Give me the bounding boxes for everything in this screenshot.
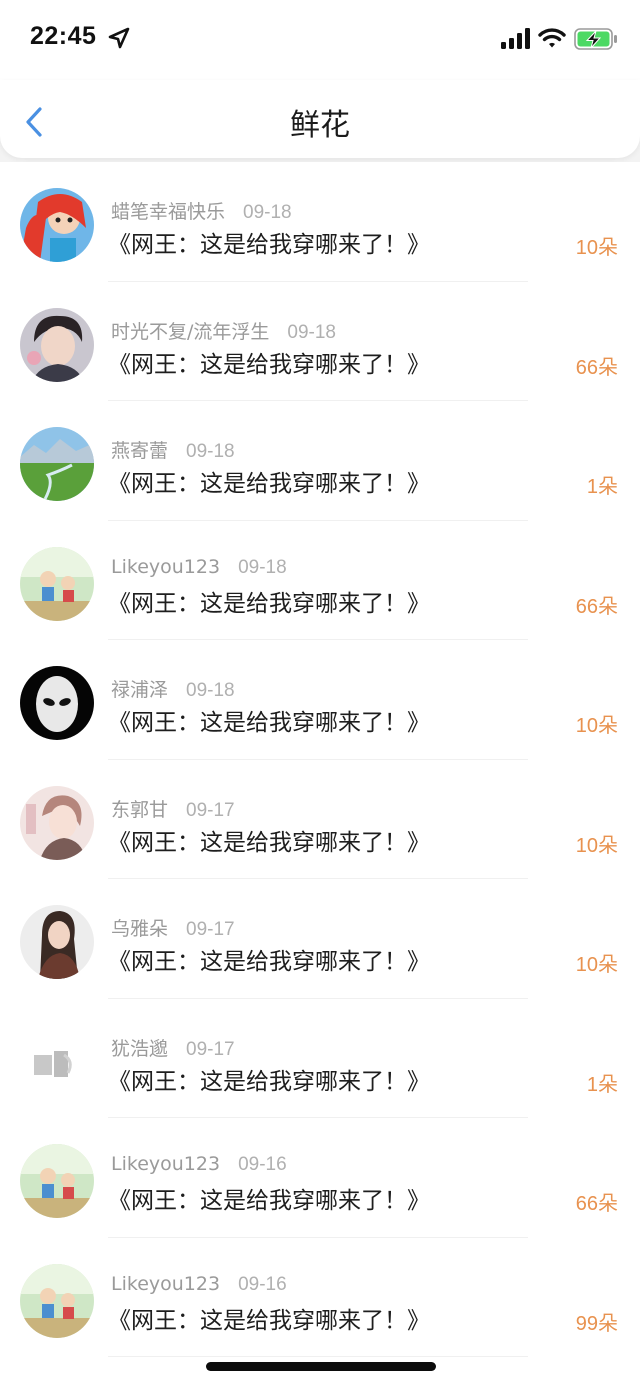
avatar-cartoon-children-image — [20, 1263, 94, 1338]
row-meta: 东郭甘 09-17 — [111, 795, 235, 822]
book-title: 《网王：这是给我穿哪来了！》 — [108, 1068, 430, 1095]
avatar[interactable] — [20, 1263, 94, 1338]
row-meta: 乌雅朵 09-17 — [111, 914, 235, 941]
gift-date: 09-18 — [238, 556, 287, 578]
flower-gift-list: 蜡笔幸福快乐 09-18 《网王：这是给我穿哪来了！》 10朵 时光不复/流年浮生… — [0, 162, 640, 1386]
flower-count: 99朵 — [575, 1312, 618, 1335]
list-item[interactable]: 东郭甘 09-17 《网王：这是给我穿哪来了！》 10朵 — [0, 760, 640, 879]
user-name: 蜡笔幸福快乐 — [111, 201, 226, 223]
list-item[interactable]: Likeyou123 09-18 《网王：这是给我穿哪来了！》 66朵 — [0, 521, 640, 640]
flower-count: 1朵 — [586, 1073, 618, 1096]
flower-count: 66朵 — [575, 595, 618, 618]
book-title: 《网王：这是给我穿哪来了！》 — [108, 949, 430, 975]
book-title: 《网王：这是给我穿哪来了！》 — [108, 351, 430, 378]
cellular-signal-icon — [501, 28, 530, 49]
page-title: 鲜花 — [290, 108, 350, 143]
gift-date: 09-18 — [186, 441, 235, 462]
avatar[interactable] — [20, 785, 94, 860]
avatar-abstract-grey-image — [20, 1024, 94, 1099]
list-item[interactable]: 乌雅朵 09-17 《网王：这是给我穿哪来了！》 10朵 — [0, 879, 640, 999]
gift-date: 09-18 — [287, 321, 337, 343]
gift-date: 09-17 — [186, 799, 235, 821]
book-title: 《网王：这是给我穿哪来了！》 — [108, 829, 430, 856]
avatar-portrait-woman-image — [20, 905, 94, 979]
avatar-white-mask-image — [20, 666, 94, 740]
wifi-icon — [538, 28, 566, 48]
user-name: 时光不复/流年浮生 — [111, 320, 270, 343]
location-arrow-icon — [108, 27, 130, 49]
flower-count: 10朵 — [575, 834, 618, 857]
flower-count: 1朵 — [586, 476, 618, 498]
avatar-cartoon-fairy-image — [20, 188, 94, 262]
book-title: 《网王：这是给我穿哪来了！》 — [108, 590, 430, 617]
book-title: 《网王：这是给我穿哪来了！》 — [108, 1307, 430, 1334]
gift-date: 09-18 — [243, 202, 292, 223]
row-meta: Likeyou123 09-16 — [111, 1153, 287, 1176]
avatar-cartoon-children-image — [20, 1144, 94, 1218]
row-meta: 犹浩邈 09-17 — [111, 1034, 235, 1061]
row-meta: Likeyou123 09-16 — [111, 1273, 287, 1296]
avatar-landscape-image — [20, 427, 94, 501]
book-title: 《网王：这是给我穿哪来了！》 — [108, 1188, 430, 1214]
gift-date: 09-16 — [238, 1273, 287, 1295]
home-indicator[interactable] — [206, 1362, 436, 1371]
gift-date: 09-18 — [186, 680, 235, 701]
book-title: 《网王：这是给我穿哪来了！》 — [108, 710, 430, 736]
user-name: Likeyou123 — [111, 1153, 221, 1175]
user-name: 禄浦泽 — [111, 679, 169, 701]
gift-date: 09-17 — [186, 919, 235, 940]
avatar[interactable] — [20, 666, 94, 740]
flower-count: 66朵 — [575, 1193, 618, 1215]
status-bar: 22:45 — [0, 0, 640, 80]
gift-date: 09-16 — [238, 1154, 287, 1175]
battery-charging-icon — [574, 28, 617, 50]
avatar[interactable] — [20, 307, 94, 382]
list-item[interactable]: 禄浦泽 09-18 《网王：这是给我穿哪来了！》 10朵 — [0, 640, 640, 760]
user-name: 犹浩邈 — [111, 1037, 169, 1060]
row-meta: 燕寄蕾 09-18 — [111, 436, 235, 463]
avatar[interactable] — [20, 1144, 94, 1218]
row-meta: 禄浦泽 09-18 — [111, 675, 235, 702]
user-name: Likeyou123 — [111, 555, 221, 578]
list-item[interactable]: Likeyou123 09-16 《网王：这是给我穿哪来了！》 66朵 — [0, 1118, 640, 1238]
book-title: 《网王：这是给我穿哪来了！》 — [108, 471, 430, 497]
avatar-portrait-young-man-image — [20, 307, 94, 382]
list-item[interactable]: 蜡笔幸福快乐 09-18 《网王：这是给我穿哪来了！》 10朵 — [0, 162, 640, 282]
avatar[interactable] — [20, 1024, 94, 1099]
row-divider — [108, 1356, 528, 1357]
user-name: 燕寄蕾 — [111, 440, 169, 462]
avatar[interactable] — [20, 546, 94, 621]
row-meta: Likeyou123 09-18 — [111, 556, 287, 579]
avatar[interactable] — [20, 427, 94, 501]
book-title: 《网王：这是给我穿哪来了！》 — [108, 232, 430, 258]
avatar-anime-boy-image — [20, 785, 94, 860]
row-meta: 时光不复/流年浮生 09-18 — [111, 317, 336, 344]
list-item[interactable]: 燕寄蕾 09-18 《网王：这是给我穿哪来了！》 1朵 — [0, 401, 640, 521]
user-name: 东郭甘 — [111, 798, 169, 821]
status-time: 22:45 — [30, 22, 97, 50]
row-meta: 蜡笔幸福快乐 09-18 — [111, 197, 292, 224]
flower-count: 10朵 — [575, 715, 618, 737]
avatar-cartoon-children-image — [20, 546, 94, 621]
list-item[interactable]: 犹浩邈 09-17 《网王：这是给我穿哪来了！》 1朵 — [0, 999, 640, 1118]
flower-count: 10朵 — [575, 237, 618, 259]
gift-date: 09-17 — [186, 1038, 235, 1060]
list-item[interactable]: Likeyou123 09-16 《网王：这是给我穿哪来了！》 99朵 — [0, 1238, 640, 1357]
avatar[interactable] — [20, 188, 94, 262]
user-name: Likeyou123 — [111, 1272, 221, 1295]
flower-count: 66朵 — [575, 356, 618, 379]
list-item[interactable]: 时光不复/流年浮生 09-18 《网王：这是给我穿哪来了！》 66朵 — [0, 282, 640, 401]
flower-count: 10朵 — [575, 954, 618, 976]
nav-bar: 鲜花 — [0, 80, 640, 158]
user-name: 乌雅朵 — [111, 918, 169, 940]
avatar[interactable] — [20, 905, 94, 979]
